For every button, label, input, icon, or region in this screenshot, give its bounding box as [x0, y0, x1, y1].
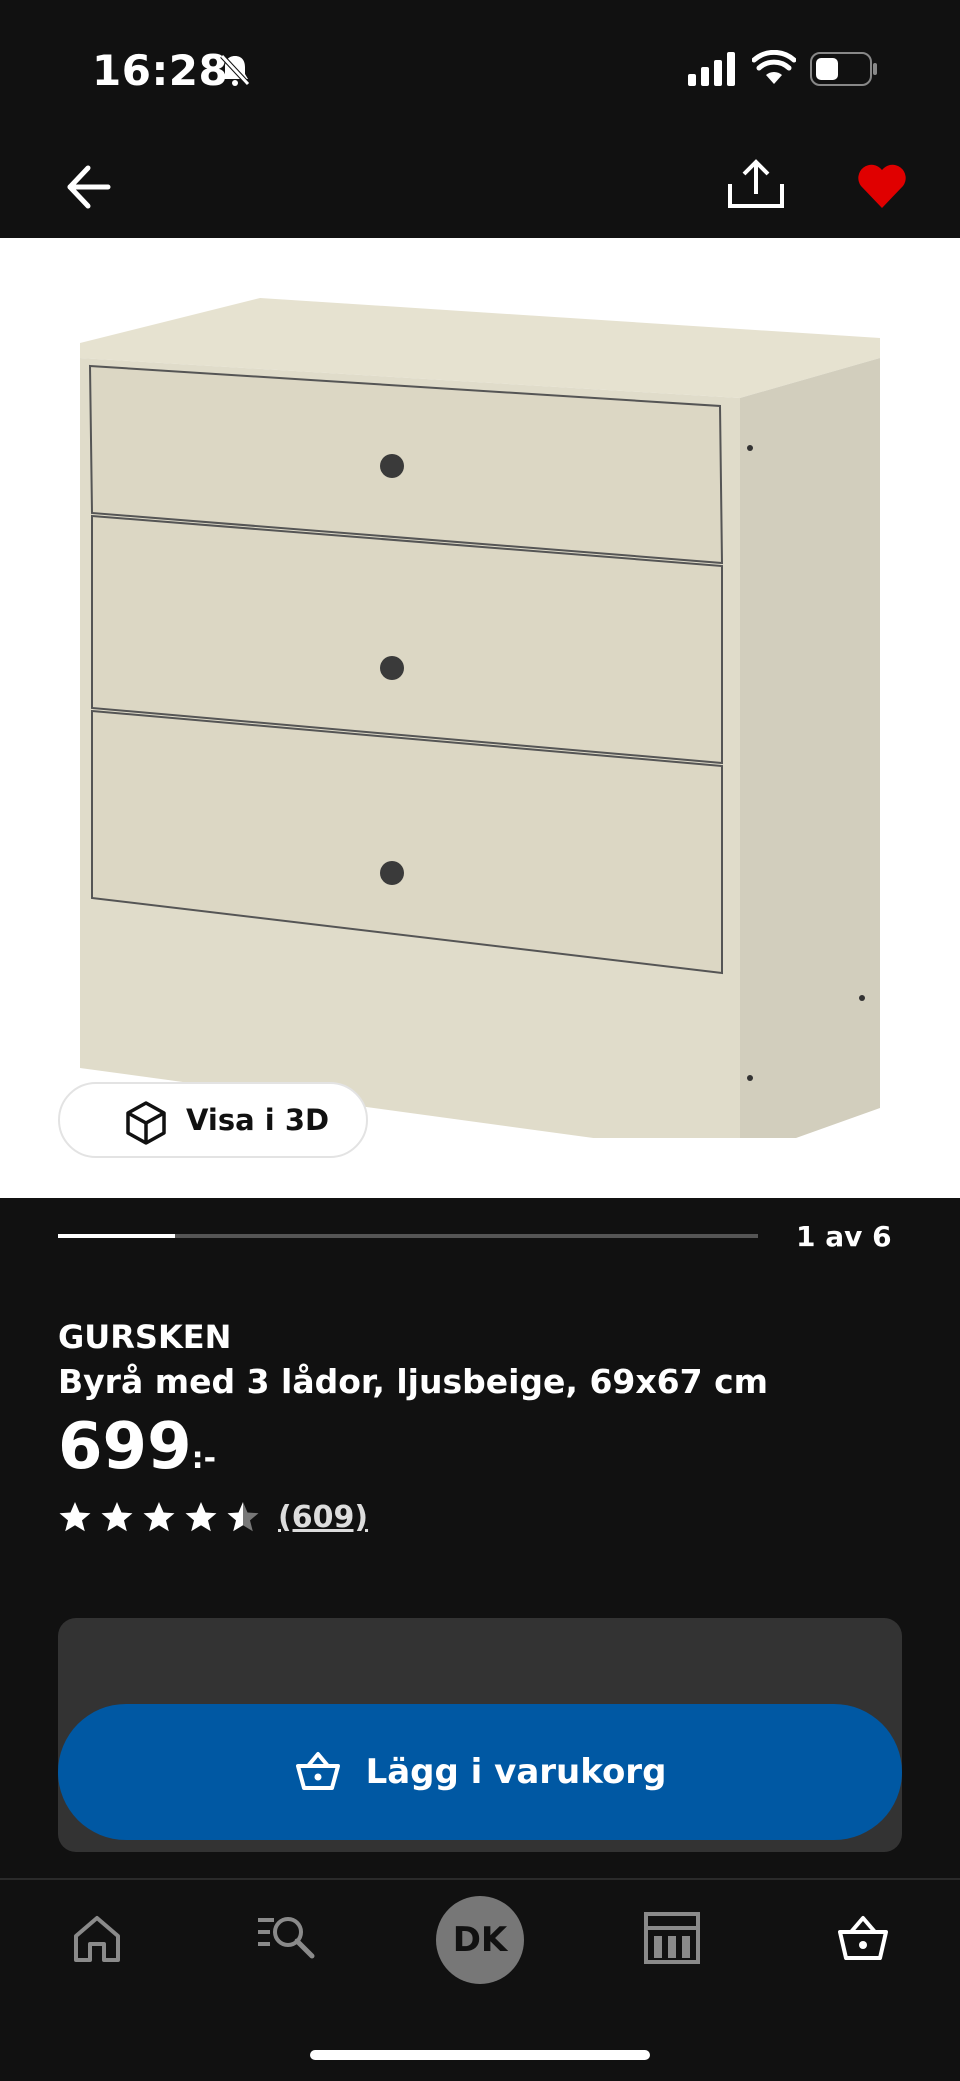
share-icon[interactable] — [726, 154, 786, 214]
price-value: 699 — [58, 1410, 192, 1484]
gallery-progress-fill — [58, 1234, 175, 1238]
top-app-bar — [0, 140, 960, 238]
status-time: 16:28 — [92, 46, 229, 95]
heart-icon[interactable] — [856, 160, 908, 212]
add-to-cart-button[interactable]: Lägg i varukorg — [58, 1704, 902, 1840]
view-in-3d-label: Visa i 3D — [186, 1103, 330, 1137]
profile-initials: DK — [452, 1920, 508, 1960]
home-indicator — [310, 2050, 650, 2060]
star-icon — [101, 1502, 133, 1532]
cube-3d-icon — [126, 1101, 166, 1145]
product-price: 699:- — [58, 1410, 216, 1484]
home-icon[interactable] — [70, 1912, 124, 1966]
price-suffix: :- — [191, 1441, 217, 1476]
gallery-progress-bar — [58, 1234, 758, 1238]
rating-stars[interactable] — [58, 1500, 268, 1534]
product-image-gallery[interactable]: Visa i 3D — [0, 238, 960, 1198]
product-brand: GURSKEN — [58, 1318, 232, 1356]
store-icon[interactable] — [642, 1910, 702, 1966]
reviews-link[interactable]: (609) — [278, 1500, 368, 1535]
product-description: Byrå med 3 lådor, ljusbeige, 69x67 cm — [58, 1362, 769, 1401]
add-to-cart-label: Lägg i varukorg — [365, 1752, 667, 1792]
star-icon — [227, 1502, 259, 1532]
cart-icon[interactable] — [836, 1912, 890, 1966]
back-arrow-icon[interactable] — [64, 162, 114, 212]
product-image — [80, 298, 880, 1138]
star-icon — [185, 1502, 217, 1532]
battery-icon — [810, 52, 877, 86]
bell-slash-icon — [220, 54, 250, 86]
wifi-icon — [752, 50, 796, 84]
gallery-pager-text: 1 av 6 — [796, 1220, 892, 1253]
view-in-3d-button[interactable]: Visa i 3D — [58, 1082, 368, 1158]
status-bar: 16:28 — [0, 0, 960, 140]
star-icon — [143, 1502, 175, 1532]
profile-avatar[interactable]: DK — [436, 1896, 524, 1984]
search-list-icon[interactable] — [256, 1910, 316, 1966]
cellular-signal-icon — [688, 52, 735, 86]
basket-icon — [295, 1752, 340, 1790]
star-icon — [59, 1502, 91, 1532]
